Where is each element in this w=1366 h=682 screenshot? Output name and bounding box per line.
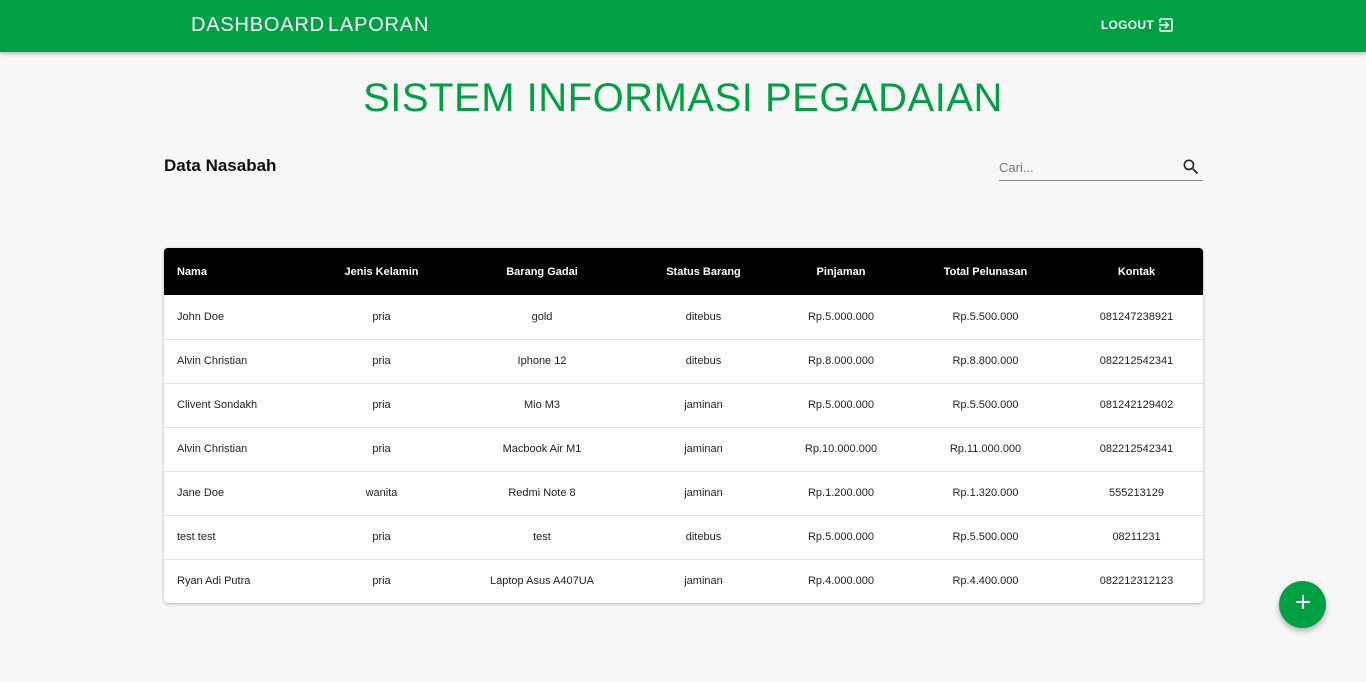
search-box [999, 154, 1203, 181]
column-header-nama: Nama [177, 265, 207, 278]
cell-kontak: 082212542341 [1099, 355, 1174, 367]
nav-laporan-link[interactable]: LAPORAN [328, 14, 429, 37]
table-header-row: Nama Jenis Kelamin Barang Gadai Status Bara… [164, 248, 1203, 295]
cell-pinjaman: Rp.10.000.000 [804, 443, 878, 455]
column-header-kontak: Kontak [1117, 265, 1156, 278]
cell-jenis-kelamin: pria [372, 310, 391, 323]
cell-barang-gadai: Iphone 12 [517, 355, 567, 367]
table-row[interactable]: Jane Doe wanita Redmi Note 8 jaminan Rp.1.20… [164, 471, 1203, 515]
cell-pinjaman: Rp.8.000.000 [807, 355, 875, 367]
cell-barang-gadai: Mio M3 [523, 399, 561, 411]
cell-barang-gadai: Laptop Asus A407UA [490, 575, 594, 588]
cell-status-barang: jaminan [684, 399, 723, 411]
cell-status-barang: jaminan [684, 443, 723, 455]
cell-status-barang: ditebus [685, 310, 722, 323]
cell-kontak: 08211231 [1112, 531, 1161, 543]
cell-nama: test test [177, 531, 216, 543]
logout-button[interactable]: LOGOUT [1101, 16, 1175, 34]
table-row[interactable]: Clivent Sondakh pria Mio M3 jaminan Rp.5.000… [164, 383, 1203, 427]
cell-total-pelunasan: Rp.4.400.000 [952, 575, 1019, 588]
cell-nama: Clivent Sondakh [177, 399, 258, 411]
cell-pinjaman: Rp.1.200.000 [807, 487, 875, 499]
cell-pinjaman: Rp.5.000.000 [807, 399, 875, 411]
cell-nama: Alvin Christian [177, 355, 248, 367]
cell-kontak: 082212542341 [1099, 443, 1174, 455]
logout-icon [1157, 16, 1175, 34]
cell-kontak: 082212312123 [1099, 575, 1174, 588]
cell-total-pelunasan: Rp.1.320.000 [952, 487, 1019, 499]
cell-status-barang: ditebus [685, 531, 722, 543]
cell-jenis-kelamin: pria [372, 531, 391, 543]
cell-jenis-kelamin: pria [372, 575, 391, 588]
cell-kontak: 555213129 [1108, 487, 1165, 499]
customer-table-card: Nama Jenis Kelamin Barang Gadai Status Bara… [164, 248, 1203, 603]
table-row[interactable]: John Doe pria gold ditebus Rp.5.000.000 Rp.5.… [164, 295, 1203, 339]
cell-status-barang: jaminan [684, 575, 723, 588]
search-icon[interactable] [1181, 157, 1201, 182]
cell-total-pelunasan: Rp.5.500.000 [952, 531, 1019, 543]
cell-kontak: 081247238921 [1099, 310, 1174, 323]
cell-total-pelunasan: Rp.8.800.000 [952, 355, 1019, 367]
column-header-jenis-kelamin: Jenis Kelamin [344, 265, 419, 278]
cell-jenis-kelamin: pria [372, 399, 391, 411]
cell-nama: Ryan Adi Putra [177, 575, 251, 588]
app-bar: DASHBOARD LAPORAN LOGOUT [0, 0, 1366, 52]
cell-barang-gadai: test [533, 531, 551, 543]
table-row[interactable]: Ryan Adi Putra pria Laptop Asus A407UA jami… [164, 559, 1203, 603]
cell-pinjaman: Rp.5.000.000 [807, 310, 875, 323]
section-title: Data Nasabah [164, 156, 277, 175]
cell-jenis-kelamin: pria [372, 355, 391, 367]
cell-barang-gadai: gold [531, 310, 553, 323]
nav-dashboard-link[interactable]: DASHBOARD [191, 14, 325, 37]
cell-nama: John Doe [177, 310, 225, 323]
cell-total-pelunasan: Rp.5.500.000 [952, 310, 1019, 323]
table-row[interactable]: Alvin Christian pria Iphone 12 ditebus Rp.8.… [164, 339, 1203, 383]
logout-label: LOGOUT [1100, 18, 1154, 32]
cell-total-pelunasan: Rp.5.500.000 [952, 399, 1019, 411]
column-header-status-barang: Status Barang [666, 265, 741, 278]
cell-barang-gadai: Redmi Note 8 [508, 487, 576, 499]
column-header-barang-gadai: Barang Gadai [506, 265, 578, 278]
cell-kontak: 081242129402 [1099, 399, 1174, 411]
cell-jenis-kelamin: wanita [365, 487, 398, 499]
table-body: John Doe pria gold ditebus Rp.5.000.000 Rp.5.… [164, 295, 1203, 603]
cell-status-barang: ditebus [685, 355, 722, 367]
table-row[interactable]: test test pria test ditebus Rp.5.000.000 Rp.5… [164, 515, 1203, 559]
customer-table: Nama Jenis Kelamin Barang Gadai Status Bara… [164, 248, 1203, 603]
column-header-total-pelunasan: Total Pelunasan [943, 265, 1028, 278]
table-row[interactable]: Alvin Christian pria Macbook Air M1 jaminan… [164, 427, 1203, 471]
cell-pinjaman: Rp.4.000.000 [807, 575, 875, 588]
cell-pinjaman: Rp.5.000.000 [807, 531, 875, 543]
cell-status-barang: jaminan [684, 487, 723, 499]
cell-nama: Jane Doe [177, 487, 225, 499]
cell-nama: Alvin Christian [177, 443, 248, 455]
column-header-pinjaman: Pinjaman [816, 265, 866, 278]
search-input[interactable] [999, 159, 1174, 175]
plus-icon [1295, 594, 1311, 615]
cell-total-pelunasan: Rp.11.000.000 [949, 443, 1022, 455]
cell-barang-gadai: Macbook Air M1 [502, 443, 582, 455]
cell-jenis-kelamin: pria [372, 443, 391, 455]
add-customer-button[interactable] [1279, 581, 1326, 628]
page-title: SISTEM INFORMASI PEGADAIAN [363, 76, 1003, 120]
